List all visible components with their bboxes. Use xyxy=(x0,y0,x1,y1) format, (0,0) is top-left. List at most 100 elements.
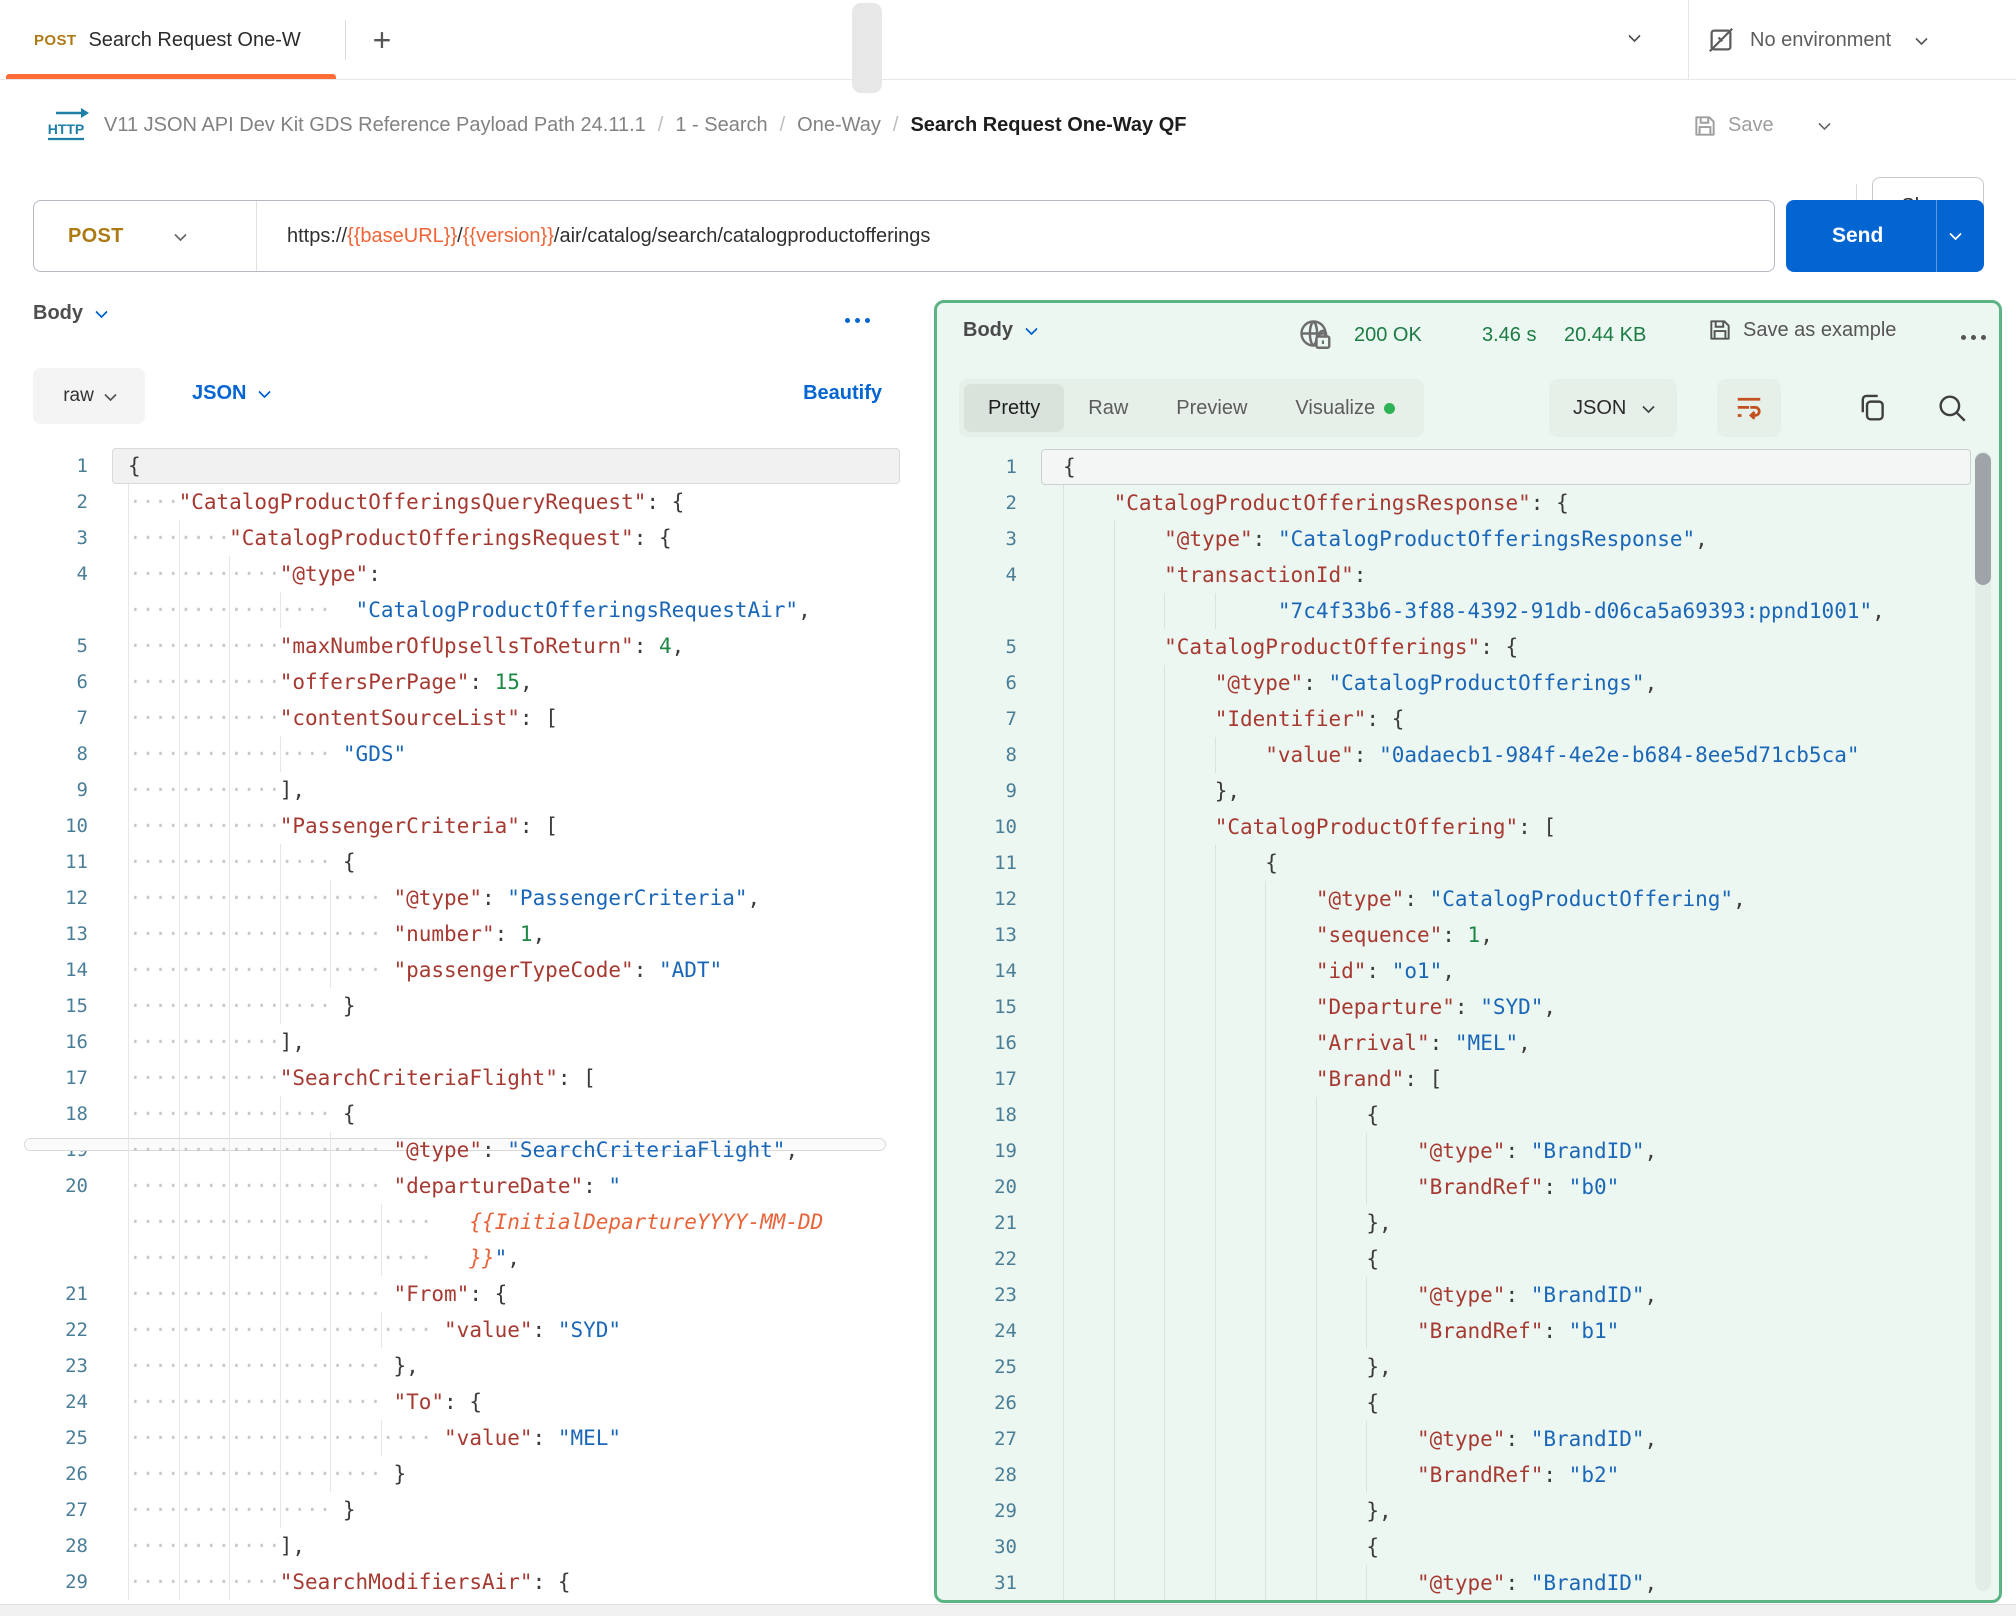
line-number: 16 xyxy=(16,1024,88,1060)
response-view-tab-visualize[interactable]: Visualize xyxy=(1271,384,1419,432)
response-scrollbar-thumb[interactable] xyxy=(1975,453,1991,585)
response-view-tab-preview[interactable]: Preview xyxy=(1152,384,1271,432)
save-options-chevron-icon[interactable] xyxy=(1818,118,1831,131)
code-line: 27················ } xyxy=(16,1492,914,1528)
body-type-selector[interactable]: raw xyxy=(33,368,145,424)
code-line: 4············"@type": xyxy=(16,556,914,592)
send-button[interactable]: Send xyxy=(1786,200,1984,272)
line-number: 6 xyxy=(937,665,1017,701)
line-number: 25 xyxy=(16,1420,88,1456)
line-number: 10 xyxy=(16,808,88,844)
code-line: 22························ "value": "SYD… xyxy=(16,1312,914,1348)
response-more-actions-icon[interactable] xyxy=(1961,335,1986,340)
line-number: 4 xyxy=(937,557,1017,593)
code-line: 12 "@type": "CatalogProductOffering", xyxy=(937,881,1999,917)
body-type-label: raw xyxy=(63,385,94,407)
response-view-tab-pretty[interactable]: Pretty xyxy=(964,384,1064,432)
request-section-chevron-icon xyxy=(95,306,108,319)
request-language-label: JSON xyxy=(192,382,246,405)
breadcrumb-segment[interactable]: One-Way xyxy=(797,114,881,137)
new-tab-button[interactable]: + xyxy=(360,0,404,80)
beautify-button[interactable]: Beautify xyxy=(770,382,882,405)
line-number: 14 xyxy=(16,952,88,988)
request-editor-vertical-scrollbar[interactable] xyxy=(852,3,882,93)
environment-label: No environment xyxy=(1750,29,1891,52)
line-number: 2 xyxy=(937,485,1017,521)
code-line: 26 { xyxy=(937,1385,1999,1421)
code-line: ························ {{InitialDepart… xyxy=(16,1204,914,1240)
code-line: 21 }, xyxy=(937,1205,1999,1241)
response-language-label: JSON xyxy=(1573,397,1626,420)
request-more-actions-icon[interactable] xyxy=(845,318,870,323)
line-number: 23 xyxy=(16,1348,88,1384)
response-panel: Body 200 OK 3.46 s 20.44 KB Save as exam… xyxy=(934,300,2002,1603)
url-variable: {{version}} xyxy=(463,225,554,247)
response-size-badge[interactable]: 20.44 KB xyxy=(1564,324,1646,347)
footer-strip xyxy=(0,1604,2016,1616)
breadcrumb: V11 JSON API Dev Kit GDS Reference Paylo… xyxy=(104,81,1186,170)
url-input[interactable]: https://{{baseURL}}/{{version}}/air/cata… xyxy=(257,225,930,248)
network-globe-lock-icon[interactable] xyxy=(1297,317,1333,353)
line-number: 6 xyxy=(16,664,88,700)
code-line: 3 "@type": "CatalogProductOfferingsRespo… xyxy=(937,521,1999,557)
breadcrumb-segment[interactable]: Search Request One-Way QF xyxy=(910,114,1186,137)
save-icon xyxy=(1692,113,1718,139)
search-icon[interactable] xyxy=(1935,391,1969,425)
line-number: 28 xyxy=(16,1528,88,1564)
line-number: 21 xyxy=(16,1276,88,1312)
tab-overflow-chevron-icon[interactable] xyxy=(1628,30,1641,43)
code-line: 12···················· "@type": "Passeng… xyxy=(16,880,914,916)
line-number: 12 xyxy=(16,880,88,916)
code-line: "7c4f33b6-3f88-4392-91db-d06ca5a69393:pp… xyxy=(937,593,1999,629)
request-section-selector[interactable]: Body xyxy=(33,302,106,325)
request-tab[interactable]: POST Search Request One-W xyxy=(0,0,345,80)
response-language-selector[interactable]: JSON xyxy=(1549,379,1677,437)
request-url-bar: POST https://{{baseURL}}/{{version}}/air… xyxy=(33,200,1775,272)
code-line: 9 }, xyxy=(937,773,1999,809)
line-number: 30 xyxy=(937,1529,1017,1565)
method-selector[interactable]: POST xyxy=(34,225,256,248)
save-as-example-button[interactable]: Save as example xyxy=(1707,317,1896,343)
line-number: 5 xyxy=(16,628,88,664)
line-number: 21 xyxy=(937,1205,1017,1241)
code-line: 29············"SearchModifiersAir": { xyxy=(16,1564,914,1600)
line-number: 26 xyxy=(937,1385,1017,1421)
request-language-selector[interactable]: JSON xyxy=(192,382,269,405)
breadcrumb-segment[interactable]: V11 JSON API Dev Kit GDS Reference Paylo… xyxy=(104,114,646,137)
breadcrumb-segment[interactable]: 1 - Search xyxy=(675,114,767,137)
response-time-badge[interactable]: 3.46 s xyxy=(1482,324,1536,347)
send-options-chevron-icon[interactable] xyxy=(1949,228,1962,241)
app-window: POST Search Request One-W + No environme… xyxy=(0,0,2016,1616)
active-line-highlight xyxy=(1041,449,1971,485)
save-button[interactable]: Save xyxy=(1692,81,1774,170)
code-line: 27 "@type": "BrandID", xyxy=(937,1421,1999,1457)
code-line: 13···················· "number": 1, xyxy=(16,916,914,952)
breadcrumb-separator: / xyxy=(768,114,798,137)
line-wrap-icon xyxy=(1734,393,1764,423)
code-line: 8················ "GDS" xyxy=(16,736,914,772)
wrap-lines-button[interactable] xyxy=(1717,379,1781,437)
line-number: 9 xyxy=(16,772,88,808)
active-tab-underline xyxy=(6,74,336,79)
line-number: 13 xyxy=(937,917,1017,953)
code-line: 23···················· }, xyxy=(16,1348,914,1384)
code-line: 30 { xyxy=(937,1529,1999,1565)
response-body-viewer[interactable]: 1{2 "CatalogProductOfferingsResponse": {… xyxy=(937,449,1999,1603)
code-line: 28············], xyxy=(16,1528,914,1564)
code-line: 11················ { xyxy=(16,844,914,880)
code-line: ························ }}", xyxy=(16,1240,914,1276)
response-section-selector[interactable]: Body xyxy=(963,319,1036,342)
tab-label: Preview xyxy=(1176,397,1247,420)
environment-selector[interactable]: No environment xyxy=(1706,0,1926,80)
response-view-tab-raw[interactable]: Raw xyxy=(1064,384,1152,432)
copy-icon[interactable] xyxy=(1855,391,1889,425)
line-number: 22 xyxy=(16,1312,88,1348)
line-number: 14 xyxy=(937,953,1017,989)
request-body-editor[interactable]: 1{2····"CatalogProductOfferingsQueryRequ… xyxy=(16,448,914,1602)
response-status-badge[interactable]: 200 OK xyxy=(1354,324,1422,347)
svg-text:HTTP: HTTP xyxy=(48,121,85,137)
request-section-label: Body xyxy=(33,302,83,325)
tab-title: Search Request One-W xyxy=(88,29,300,52)
code-line: 7 "Identifier": { xyxy=(937,701,1999,737)
line-number: 28 xyxy=(937,1457,1017,1493)
